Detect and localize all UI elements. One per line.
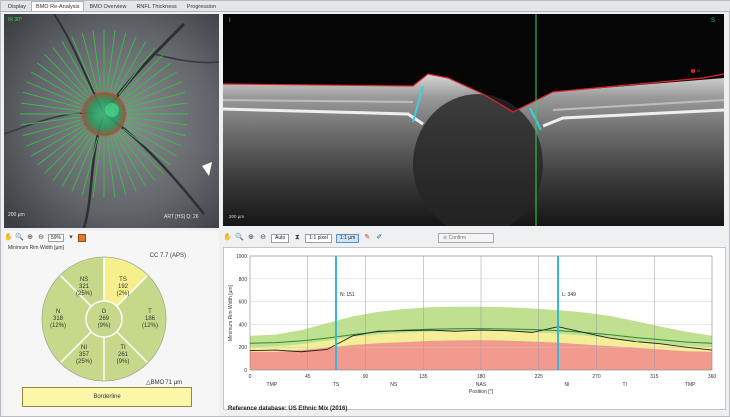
mrw-chart: 0 200 400 600 800 1000 N: 151 L: 349 0 45 90 135 180…	[228, 254, 717, 395]
reference-database: Reference database: US Ethnic Mix (2016)	[228, 406, 348, 412]
tab-display[interactable]: Display	[3, 1, 31, 11]
sector-ts-value: 192	[118, 284, 129, 290]
one-pixel-button[interactable]: 1:1 pixel	[305, 233, 332, 243]
sector-t-pct: (12%)	[142, 323, 158, 329]
sector-g-pct: (9%)	[98, 323, 111, 329]
zoom-icon[interactable]: 🔍	[235, 234, 244, 242]
zoom-select[interactable]: 59%	[48, 234, 65, 242]
sector-label: NS	[390, 382, 398, 388]
classification-badge: Borderline	[22, 387, 192, 407]
fundus-image[interactable]: IR 30° 200 µm ART [HS] Q: 26	[4, 14, 219, 228]
sector-ts-code: TS	[119, 277, 127, 283]
sector-ts-pct: (2%)	[117, 291, 130, 297]
bscan-scale-label: 200 µm	[229, 214, 245, 219]
sector-label: TS	[333, 382, 340, 388]
sector-label: NAS	[476, 382, 487, 388]
hand-icon[interactable]: ✋	[4, 234, 13, 242]
sector-n-value: 318	[53, 316, 64, 322]
left-toolbar: ✋ 🔍 ⊕ ⊖ 59% ▾	[4, 233, 87, 243]
bscan-label-right: S	[711, 18, 716, 24]
x-tick-label: 90	[363, 374, 369, 380]
app-window: Display BMO Re-Analysis BMO Overview RNF…	[0, 0, 730, 417]
zoom-select[interactable]: Auto	[271, 233, 290, 243]
sector-g-code: G	[102, 309, 107, 315]
bmo-area: △BMO 71 µm	[146, 379, 183, 387]
sector-ti-code: TI	[120, 345, 126, 351]
x-tick-label: 225	[535, 374, 544, 380]
y-tick-label: 1000	[236, 254, 247, 260]
bmo-area-value: 71 µm	[165, 379, 183, 386]
x-tick-label: 135	[419, 374, 428, 380]
sector-ti-value: 261	[118, 352, 129, 358]
x-tick-label: 360	[708, 374, 717, 380]
zoom-in-icon[interactable]: ⊕	[247, 234, 255, 242]
fundus-drawing	[4, 14, 219, 228]
fundus-corner-label: IR 30°	[8, 17, 22, 23]
hourglass-icon[interactable]: ⧗	[293, 234, 301, 242]
x-tick-label: 180	[477, 374, 486, 380]
x-tick-label: 270	[592, 374, 601, 380]
sector-label: TI	[623, 382, 627, 388]
sector-g-value: 269	[99, 316, 110, 322]
edit-icon[interactable]: ✎	[363, 234, 371, 242]
sector-ns-code: NS	[80, 277, 88, 283]
sector-ti-pct: (9%)	[117, 359, 130, 365]
sector-ni-value: 357	[79, 352, 90, 358]
chevron-down-icon[interactable]: ▾	[67, 234, 75, 242]
confirm-button[interactable]: ⊘ Confirm	[438, 233, 494, 243]
marker-label: L: 349	[562, 292, 576, 298]
sector-ni-pct: (25%)	[76, 359, 92, 365]
one-micron-button[interactable]: 1:1 µm	[335, 233, 360, 243]
sector-ns-pct: (25%)	[76, 291, 92, 297]
zoom-in-icon[interactable]: ⊕	[26, 234, 34, 242]
sector-t-value: 186	[145, 316, 156, 322]
bscan-drawing	[223, 14, 724, 226]
right-toolbar: ✋ 🔍 ⊕ ⊖ Auto ⧗ 1:1 pixel 1:1 µm ✎ ✐	[223, 232, 383, 244]
fundus-scale-label: 200 µm	[8, 212, 25, 218]
sector-n-pct: (12%)	[50, 323, 66, 329]
y-tick-label: 600	[239, 300, 248, 306]
oct-bscan[interactable]: I S M 200 µm	[223, 14, 724, 226]
y-tick-label: 800	[239, 277, 248, 283]
mrw-title: Minimum Rim Width [µm]	[8, 245, 64, 251]
mrw-graph-panel: 0 200 400 600 800 1000 N: 151 L: 349 0 45 90 135 180…	[223, 247, 726, 410]
zoom-out-icon[interactable]: ⊖	[37, 234, 45, 242]
y-axis-label: Minimum Rim Width [µm]	[228, 284, 234, 341]
annotate-icon[interactable]: ✐	[375, 234, 383, 242]
color-toggle-button[interactable]	[78, 234, 87, 242]
sector-ns-value: 321	[79, 284, 90, 290]
confirm-icon: ⊘	[443, 235, 448, 241]
x-tick-label: 45	[305, 374, 311, 380]
x-tick-label: 0	[249, 374, 252, 380]
zoom-icon[interactable]: 🔍	[15, 234, 24, 242]
y-tick-label: 0	[244, 368, 247, 374]
confirm-label: Confirm	[448, 235, 467, 241]
hand-icon[interactable]: ✋	[223, 234, 232, 242]
zoom-out-icon[interactable]: ⊖	[259, 234, 267, 242]
sector-label: TMP	[685, 382, 696, 388]
sector-ni-code: NI	[81, 345, 87, 351]
sector-label: NI	[564, 382, 569, 388]
sector-chart: NS 321 (25%) TS 192 (2%) N 318 (12%) G 2…	[41, 256, 167, 382]
fundus-info-label: ART [HS] Q: 26	[164, 214, 199, 220]
y-tick-label: 200	[239, 345, 248, 351]
marker-label: N: 151	[340, 292, 355, 298]
bmo-panel: ✋ 🔍 ⊕ ⊖ 59% ▾ Minimum Rim Width [µm] CC …	[4, 231, 219, 416]
bscan-label-left: I	[229, 18, 231, 24]
x-axis-label: Position [°]	[469, 389, 494, 395]
sector-t-code: T	[148, 309, 152, 315]
tab-bar: Display BMO Re-Analysis BMO Overview RNF…	[1, 1, 730, 12]
tab-bmo-reanalysis[interactable]: BMO Re-Analysis	[31, 1, 85, 11]
sector-n-code: N	[56, 309, 60, 315]
y-tick-label: 400	[239, 322, 248, 328]
sector-label: TMP	[267, 382, 278, 388]
tab-bmo-overview[interactable]: BMO Overview	[84, 1, 131, 11]
tab-rnfl-thickness[interactable]: RNFL Thickness	[131, 1, 181, 11]
bscan-corner-tag: M	[697, 68, 701, 73]
bmo-area-symbol: △BMO	[146, 380, 165, 386]
x-tick-label: 315	[650, 374, 659, 380]
tab-progression[interactable]: Progression	[182, 1, 221, 11]
